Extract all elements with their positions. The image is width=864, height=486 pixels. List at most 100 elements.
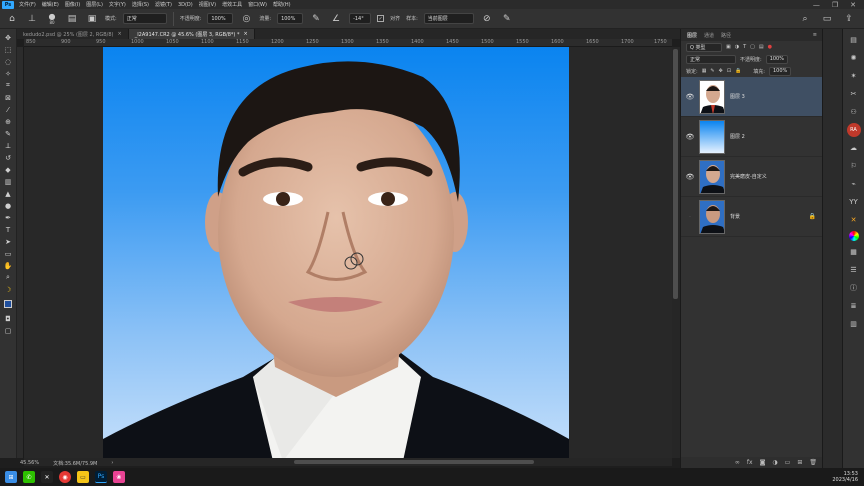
lock-transparent-icon[interactable]: ▦: [702, 68, 707, 74]
mode-select[interactable]: 正常: [122, 13, 167, 24]
ra-plugin-icon[interactable]: RA: [846, 123, 861, 137]
layer-opacity-input[interactable]: 100%: [765, 54, 788, 64]
color-wheel-icon[interactable]: [848, 231, 859, 241]
browser-icon[interactable]: ◉: [59, 471, 71, 483]
link-icon[interactable]: ∞: [735, 459, 740, 466]
layer-row-layer-3[interactable]: 👁 图层 3: [681, 77, 822, 117]
menu-window[interactable]: 窗口(W): [245, 1, 270, 8]
flow-input[interactable]: 100%: [277, 13, 304, 24]
tab-channels[interactable]: 通道: [704, 32, 714, 39]
hand-tool-icon[interactable]: ✋: [3, 261, 14, 270]
filter-pixel-icon[interactable]: ▣: [726, 44, 731, 50]
color-swatches[interactable]: [3, 297, 14, 311]
quick-mask-icon[interactable]: ◘: [3, 314, 14, 323]
document-size[interactable]: 文档:35.6M/75.9M: [53, 460, 97, 467]
app-icon[interactable]: ❀: [113, 471, 125, 483]
photoshop-taskbar-icon[interactable]: Ps: [95, 471, 107, 483]
gradient-tool-icon[interactable]: ▥: [3, 177, 14, 186]
pressure-size-icon[interactable]: ✎: [500, 12, 514, 26]
panel-icon-11[interactable]: ▦: [847, 245, 861, 259]
pressure-opacity-icon[interactable]: ◎: [239, 12, 253, 26]
menu-layer[interactable]: 图层(L): [83, 1, 106, 8]
workspace-icon[interactable]: ▭: [820, 12, 834, 26]
menu-select[interactable]: 选择(S): [129, 1, 152, 8]
screen-mode-icon[interactable]: ▢: [3, 326, 14, 335]
file-explorer-icon[interactable]: ▭: [77, 471, 89, 483]
foreground-color-swatch[interactable]: [4, 300, 12, 308]
eye-icon[interactable]: 👁: [681, 133, 699, 141]
tab-layers[interactable]: 图层: [687, 32, 697, 39]
restore-button[interactable]: ❐: [832, 1, 838, 9]
filter-toggle-icon[interactable]: ●: [768, 44, 772, 50]
menu-help[interactable]: 帮助(H): [270, 1, 294, 8]
layer-row-layer-2[interactable]: 👁 图层 2: [681, 117, 822, 157]
eye-icon[interactable]: 👁: [681, 173, 699, 181]
panel-icon-12[interactable]: ≣: [847, 299, 861, 313]
brush-settings-icon[interactable]: ▤: [65, 12, 79, 26]
system-clock[interactable]: 13:53 2023/4/16: [832, 471, 864, 483]
new-layer-icon[interactable]: ⊞: [797, 459, 802, 466]
history-brush-tool-icon[interactable]: ↺: [3, 153, 14, 162]
layer-name[interactable]: 图层 3: [730, 93, 745, 100]
marquee-tool-icon[interactable]: ⬚: [3, 45, 14, 54]
angle-input[interactable]: -14°: [349, 13, 372, 24]
zoom-tool-icon[interactable]: ⌕: [3, 273, 14, 282]
blend-mode-select[interactable]: 正常: [686, 54, 736, 64]
close-tab-icon[interactable]: ×: [243, 31, 247, 37]
crop-tool-icon[interactable]: ⌗: [3, 81, 14, 90]
blur-tool-icon[interactable]: ▲: [3, 189, 14, 198]
banana-icon[interactable]: ☽: [3, 285, 14, 294]
menu-view[interactable]: 视图(V): [196, 1, 219, 8]
menu-plugins[interactable]: 增效工具: [219, 1, 245, 8]
menu-image[interactable]: 图像(I): [62, 1, 83, 8]
layer-name[interactable]: 背景: [730, 213, 740, 220]
home-icon[interactable]: ⌂: [5, 12, 19, 26]
path-select-tool-icon[interactable]: ➤: [3, 237, 14, 246]
document-tab-1[interactable]: kedudo2.psd @ 25% (图层 2, RGB/8) ×: [17, 29, 129, 39]
portrait-photo[interactable]: [103, 47, 569, 458]
frame-tool-icon[interactable]: ⊠: [3, 93, 14, 102]
layer-row-skin-smoothing[interactable]: 👁 完美磨皮-自定义: [681, 157, 822, 197]
folder-icon[interactable]: ▭: [785, 459, 791, 466]
menu-3d[interactable]: 3D(D): [175, 2, 196, 8]
zoom-level[interactable]: 45.56%: [20, 460, 39, 466]
filter-shape-icon[interactable]: ▢: [750, 44, 755, 50]
quick-select-tool-icon[interactable]: ✧: [3, 69, 14, 78]
panel-icon-3[interactable]: ✶: [847, 69, 861, 83]
panel-icon-10[interactable]: ✕: [847, 213, 861, 227]
scrollbar-thumb[interactable]: [673, 49, 678, 299]
eye-icon[interactable]: 👁: [681, 93, 699, 101]
adjustment-icon[interactable]: ◑: [772, 459, 777, 466]
healing-brush-tool-icon[interactable]: ⊕: [3, 117, 14, 126]
panel-icon-9[interactable]: YY: [847, 195, 861, 209]
close-button[interactable]: ✕: [850, 1, 856, 9]
capcut-icon[interactable]: ✕: [41, 471, 53, 483]
close-tab-icon[interactable]: ×: [117, 31, 121, 37]
minimize-button[interactable]: —: [813, 1, 820, 9]
panel-icon-8[interactable]: ⌁: [847, 177, 861, 191]
chevron-right-icon[interactable]: ›: [111, 460, 113, 466]
filter-type-icon[interactable]: T: [743, 44, 746, 50]
panel-icon-13[interactable]: ▥: [847, 317, 861, 331]
filter-smart-object-icon[interactable]: ▤: [759, 44, 764, 50]
type-tool-icon[interactable]: T: [3, 225, 14, 234]
layer-fill-input[interactable]: 100%: [768, 66, 791, 76]
lock-artboard-icon[interactable]: ⊡: [727, 68, 731, 74]
layer-name[interactable]: 图层 2: [730, 133, 745, 140]
menu-edit[interactable]: 编辑(E): [39, 1, 62, 8]
panel-icon-2[interactable]: ✺: [847, 51, 861, 65]
sample-select[interactable]: 当前图层: [423, 13, 474, 24]
menu-filter[interactable]: 滤镜(T): [152, 1, 175, 8]
share-icon[interactable]: ⇪: [842, 12, 856, 26]
adjustments-icon[interactable]: ☰: [847, 263, 861, 277]
brush-tool-icon[interactable]: ✎: [3, 129, 14, 138]
clone-stamp-tool-icon[interactable]: ⊥: [3, 141, 14, 150]
ignore-adjustment-icon[interactable]: ⊘: [480, 12, 494, 26]
rectangle-tool-icon[interactable]: ▭: [3, 249, 14, 258]
eraser-tool-icon[interactable]: ◆: [3, 165, 14, 174]
canvas-area[interactable]: [24, 47, 672, 458]
search-icon[interactable]: ⌕: [798, 12, 812, 26]
menu-type[interactable]: 文字(Y): [106, 1, 129, 8]
layer-kind-filter[interactable]: Q 类型: [686, 42, 722, 52]
eye-off-icon[interactable]: ·: [681, 213, 699, 221]
